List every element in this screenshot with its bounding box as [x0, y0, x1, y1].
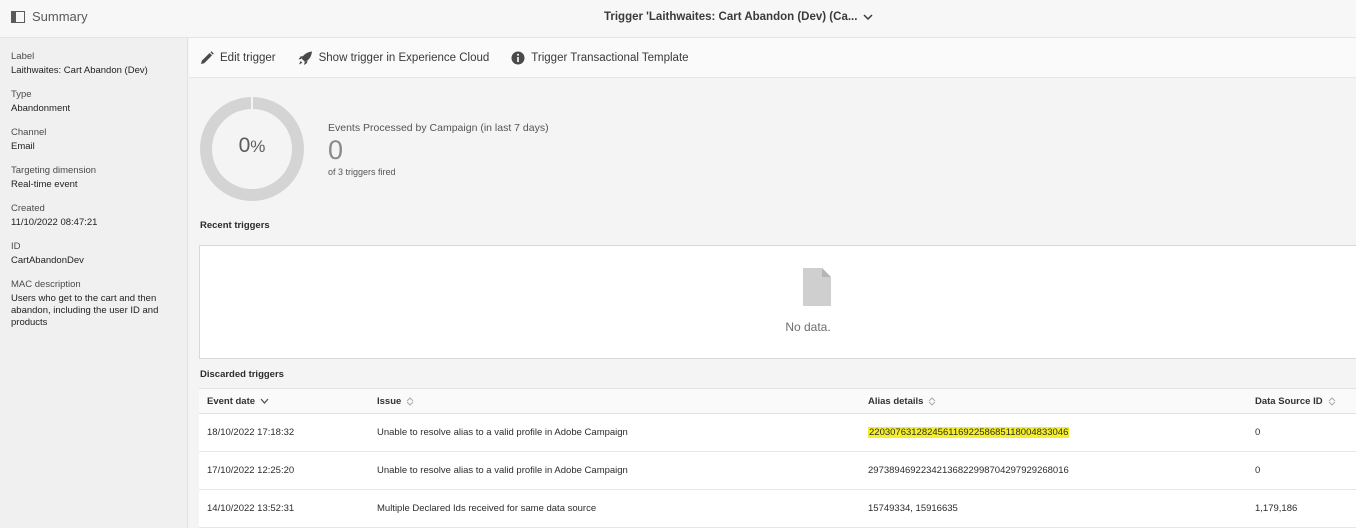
sort-icon [406, 396, 414, 406]
summary-toggle-button[interactable]: Summary [11, 9, 88, 24]
sort-icon [1328, 396, 1335, 406]
field-channel-caption: Channel [11, 127, 47, 138]
column-event-date[interactable]: Event date [199, 396, 377, 407]
field-created: Created 11/10/2022 08:47:21 [11, 202, 176, 229]
field-label-caption: Label [11, 51, 35, 62]
cell-issue: Unable to resolve alias to a valid profi… [377, 465, 628, 476]
pencil-icon [201, 50, 214, 64]
field-label-value: Laithwaites: Cart Abandon (Dev) [11, 65, 148, 76]
table-row[interactable]: 18/10/2022 17:18:32 Unable to resolve al… [199, 414, 1356, 452]
field-mac-value: Users who get to the cart and then aband… [11, 293, 159, 328]
field-created-value: 11/10/2022 08:47:21 [11, 217, 98, 228]
column-event-date-label: Event date [207, 395, 256, 407]
cell-alias-details: 22030763128245611692258685118004833046 [868, 427, 1255, 438]
top-bar: Summary Trigger 'Laithwaites: Cart Aband… [0, 0, 1356, 38]
field-channel-value: Email [11, 141, 35, 152]
summary-label: Summary [32, 9, 88, 24]
cell-event-date: 17/10/2022 12:25:20 [207, 465, 295, 476]
cell-data-source-id: 1,179,186 [1255, 503, 1298, 514]
events-processed-label: Events Processed by Campaign (in last 7 … [328, 122, 549, 134]
cell-data-source-id: 0 [1255, 465, 1261, 476]
show-in-experience-cloud-label: Show trigger in Experience Cloud [318, 51, 490, 64]
column-issue[interactable]: Issue [377, 396, 868, 407]
discarded-triggers-title: Discarded triggers [200, 369, 284, 380]
field-mac-description: MAC description Users who get to the car… [11, 278, 176, 329]
field-mac-caption: MAC description [11, 279, 81, 290]
cell-alias-details: 15749334, 15916635 [868, 503, 958, 514]
events-stats: 0% Events Processed by Campaign (in last… [199, 96, 899, 204]
trigger-transactional-template-button[interactable]: Trigger Transactional Template [511, 51, 689, 65]
chevron-down-icon [863, 13, 873, 20]
trigger-title: Trigger 'Laithwaites: Cart Abandon (Dev)… [604, 11, 858, 23]
document-icon [803, 268, 831, 306]
recent-triggers-title: Recent triggers [200, 220, 270, 231]
field-targeting-dimension: Targeting dimension Real-time event [11, 164, 176, 191]
field-channel: Channel Email [11, 126, 176, 153]
table-row[interactable]: 17/10/2022 12:25:20 Unable to resolve al… [199, 452, 1356, 490]
field-id: ID CartAbandonDev [11, 240, 176, 267]
progress-percent: 0% [199, 134, 305, 158]
field-created-caption: Created [11, 203, 45, 214]
field-type-caption: Type [11, 89, 32, 100]
main-content: Edit trigger Show trigger in Experience … [189, 38, 1356, 528]
sort-descending-icon [260, 398, 269, 404]
column-issue-label: Issue [377, 395, 402, 407]
field-id-caption: ID [11, 241, 21, 252]
field-type: Type Abandonment [11, 88, 176, 115]
triggers-fired-text: of 3 triggers fired [328, 167, 396, 177]
recent-triggers-panel: No data. [199, 245, 1356, 359]
events-processed-count: 0 [328, 135, 344, 165]
no-data-text: No data. [785, 320, 831, 334]
cell-issue: Multiple Declared Ids received for same … [377, 503, 597, 514]
trigger-transactional-template-label: Trigger Transactional Template [531, 51, 689, 64]
summary-panel: Label Laithwaites: Cart Abandon (Dev) Ty… [0, 38, 188, 528]
action-bar: Edit trigger Show trigger in Experience … [189, 38, 1356, 78]
field-type-value: Abandonment [11, 103, 71, 114]
trigger-title-dropdown[interactable]: Trigger 'Laithwaites: Cart Abandon (Dev)… [604, 11, 873, 23]
rocket-icon [298, 51, 312, 65]
sort-icon [929, 396, 936, 406]
highlighted-alias: 22030763128245611692258685118004833046 [868, 427, 1070, 438]
field-label: Label Laithwaites: Cart Abandon (Dev) [11, 50, 176, 77]
cell-event-date: 14/10/2022 13:52:31 [207, 503, 295, 514]
field-id-value: CartAbandonDev [11, 255, 84, 266]
cell-event-date: 18/10/2022 17:18:32 [207, 427, 295, 438]
column-data-source-id[interactable]: Data Source ID [1255, 396, 1356, 407]
cell-data-source-id: 0 [1255, 427, 1261, 438]
field-targeting-caption: Targeting dimension [11, 165, 97, 176]
edit-trigger-label: Edit trigger [220, 51, 276, 64]
cell-issue: Unable to resolve alias to a valid profi… [377, 427, 628, 438]
show-in-experience-cloud-button[interactable]: Show trigger in Experience Cloud [298, 51, 490, 65]
discarded-triggers-table: Event date Issue Alias details Data Sour… [199, 388, 1356, 528]
info-icon [511, 51, 525, 64]
cell-alias-details: 29738946922342136822998704297929268016 [868, 465, 1069, 476]
edit-trigger-button[interactable]: Edit trigger [200, 50, 276, 65]
panel-icon [11, 10, 25, 23]
column-alias-details[interactable]: Alias details [868, 396, 1255, 407]
column-data-source-id-label: Data Source ID [1255, 395, 1323, 407]
table-row[interactable]: 14/10/2022 13:52:31 Multiple Declared Id… [199, 490, 1356, 528]
field-targeting-value: Real-time event [11, 179, 78, 190]
column-alias-details-label: Alias details [868, 395, 924, 407]
table-header: Event date Issue Alias details Data Sour… [199, 389, 1356, 414]
progress-percent-sign: % [250, 137, 266, 156]
progress-percent-value: 0 [238, 134, 251, 157]
